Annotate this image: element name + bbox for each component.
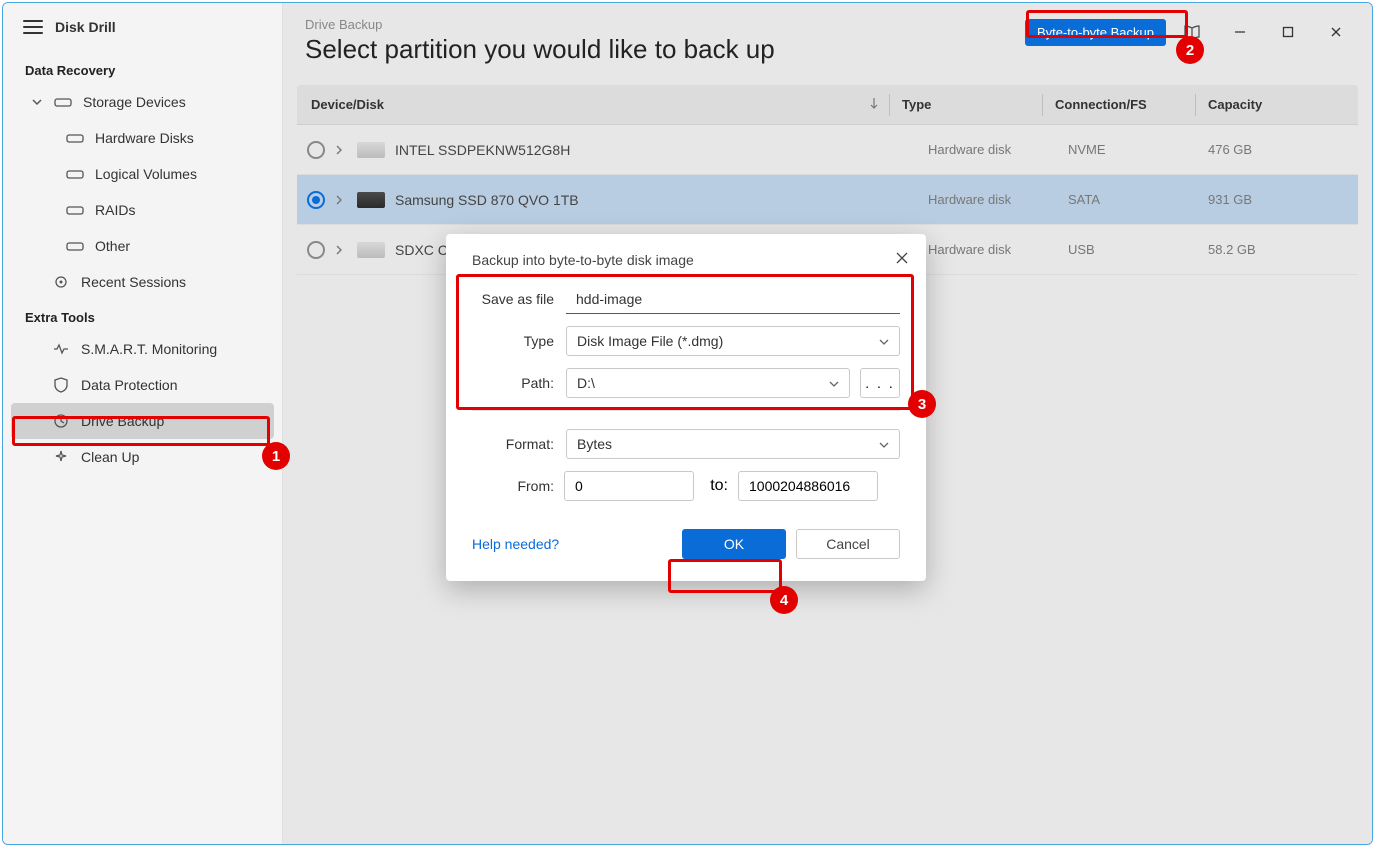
device-type: Hardware disk: [928, 192, 1068, 207]
chevron-down-icon: [31, 96, 43, 108]
sidebar-item-label: Data Protection: [81, 377, 178, 393]
sidebar-item-drive-backup[interactable]: Drive Backup: [11, 403, 274, 439]
disk-icon: [357, 142, 385, 158]
sidebar-item-logical-volumes[interactable]: Logical Volumes: [11, 156, 274, 192]
to-label: to:: [704, 477, 728, 495]
sidebar-item-raids[interactable]: RAIDs: [11, 192, 274, 228]
to-input[interactable]: [738, 471, 878, 501]
sort-arrow-icon[interactable]: [869, 97, 879, 112]
book-icon[interactable]: [1170, 17, 1214, 47]
device-type: Hardware disk: [928, 142, 1068, 157]
backup-modal: Backup into byte-to-byte disk image Save…: [446, 234, 926, 581]
col-conn-header[interactable]: Connection/FS: [1055, 97, 1195, 112]
device-cap: 58.2 GB: [1208, 242, 1358, 257]
maximize-button[interactable]: [1266, 17, 1310, 47]
other-icon: [65, 236, 85, 256]
device-cap: 476 GB: [1208, 142, 1358, 157]
path-label: Path:: [472, 375, 554, 391]
raid-icon: [65, 200, 85, 220]
sidebar-item-recent-sessions[interactable]: Recent Sessions: [11, 264, 274, 300]
chevron-down-icon: [879, 436, 889, 452]
format-label: Format:: [472, 436, 554, 452]
sidebar-item-storage-devices[interactable]: Storage Devices: [11, 84, 274, 120]
sidebar-item-label: Hardware Disks: [95, 130, 194, 146]
device-cap: 931 GB: [1208, 192, 1358, 207]
chevron-down-icon: [829, 375, 839, 391]
browse-button[interactable]: . . .: [860, 368, 900, 398]
device-conn: SATA: [1068, 192, 1208, 207]
heartbeat-icon: [51, 339, 71, 359]
breadcrumb: Drive Backup: [305, 17, 775, 32]
disk-icon: [357, 192, 385, 208]
device-type: Hardware disk: [928, 242, 1068, 257]
drive-icon: [53, 92, 73, 112]
sidebar-item-hardware-disks[interactable]: Hardware Disks: [11, 120, 274, 156]
sidebar-item-label: Clean Up: [81, 449, 139, 465]
sidebar-item-smart[interactable]: S.M.A.R.T. Monitoring: [11, 331, 274, 367]
save-as-label: Save as file: [472, 291, 554, 307]
type-select[interactable]: Disk Image File (*.dmg): [566, 326, 900, 356]
format-select[interactable]: Bytes: [566, 429, 900, 459]
device-conn: NVME: [1068, 142, 1208, 157]
sidebar-item-data-protection[interactable]: Data Protection: [11, 367, 274, 403]
radio-button[interactable]: [307, 241, 325, 259]
disk-icon: [65, 128, 85, 148]
app-title: Disk Drill: [55, 19, 116, 35]
chevron-down-icon: [879, 333, 889, 349]
sidebar-item-label: Recent Sessions: [81, 274, 186, 290]
table-row[interactable]: INTEL SSDPEKNW512G8H Hardware disk NVME …: [297, 125, 1358, 175]
device-conn: USB: [1068, 242, 1208, 257]
shield-icon: [51, 375, 71, 395]
sidebar-item-label: Storage Devices: [83, 94, 186, 110]
save-as-input[interactable]: [566, 284, 900, 314]
format-value: Bytes: [577, 436, 612, 452]
path-select[interactable]: D:\: [566, 368, 850, 398]
type-value: Disk Image File (*.dmg): [577, 333, 723, 349]
col-device-header[interactable]: Device/Disk: [311, 97, 384, 112]
sidebar-item-other[interactable]: Other: [11, 228, 274, 264]
sidebar-item-label: S.M.A.R.T. Monitoring: [81, 341, 217, 357]
sidebar-item-label: Logical Volumes: [95, 166, 197, 182]
section-data-recovery: Data Recovery: [3, 53, 282, 84]
sidebar-item-label: RAIDs: [95, 202, 135, 218]
radio-button[interactable]: [307, 141, 325, 159]
sidebar-item-clean-up[interactable]: Clean Up: [11, 439, 274, 475]
section-extra-tools: Extra Tools: [3, 300, 282, 331]
sidebar-item-label: Other: [95, 238, 130, 254]
disk-icon: [357, 242, 385, 258]
cancel-button[interactable]: Cancel: [796, 529, 900, 559]
gear-icon: [51, 272, 71, 292]
table-row[interactable]: Samsung SSD 870 QVO 1TB Hardware disk SA…: [297, 175, 1358, 225]
chevron-right-icon[interactable]: [335, 242, 347, 258]
sidebar: Disk Drill Data Recovery Storage Devices…: [3, 3, 283, 844]
radio-button[interactable]: [307, 191, 325, 209]
path-value: D:\: [577, 375, 595, 391]
col-cap-header[interactable]: Capacity: [1208, 97, 1358, 112]
sidebar-item-label: Drive Backup: [81, 413, 164, 429]
volume-icon: [65, 164, 85, 184]
minimize-button[interactable]: [1218, 17, 1262, 47]
backup-icon: [51, 411, 71, 431]
device-name: Samsung SSD 870 QVO 1TB: [395, 192, 579, 208]
device-name: INTEL SSDPEKNW512G8H: [395, 142, 570, 158]
modal-title: Backup into byte-to-byte disk image: [472, 252, 900, 268]
col-type-header[interactable]: Type: [902, 97, 1042, 112]
hamburger-icon[interactable]: [23, 20, 43, 34]
chevron-right-icon[interactable]: [335, 192, 347, 208]
page-title: Select partition you would like to back …: [305, 34, 775, 65]
type-label: Type: [472, 333, 554, 349]
byte-to-byte-backup-button[interactable]: Byte-to-byte Backup: [1025, 19, 1166, 46]
from-label: From:: [472, 478, 554, 494]
close-button[interactable]: [1314, 17, 1358, 47]
help-link[interactable]: Help needed?: [472, 536, 559, 552]
close-icon[interactable]: [892, 248, 912, 268]
ok-button[interactable]: OK: [682, 529, 786, 559]
sparkle-icon: [51, 447, 71, 467]
chevron-right-icon[interactable]: [335, 142, 347, 158]
from-input[interactable]: [564, 471, 694, 501]
